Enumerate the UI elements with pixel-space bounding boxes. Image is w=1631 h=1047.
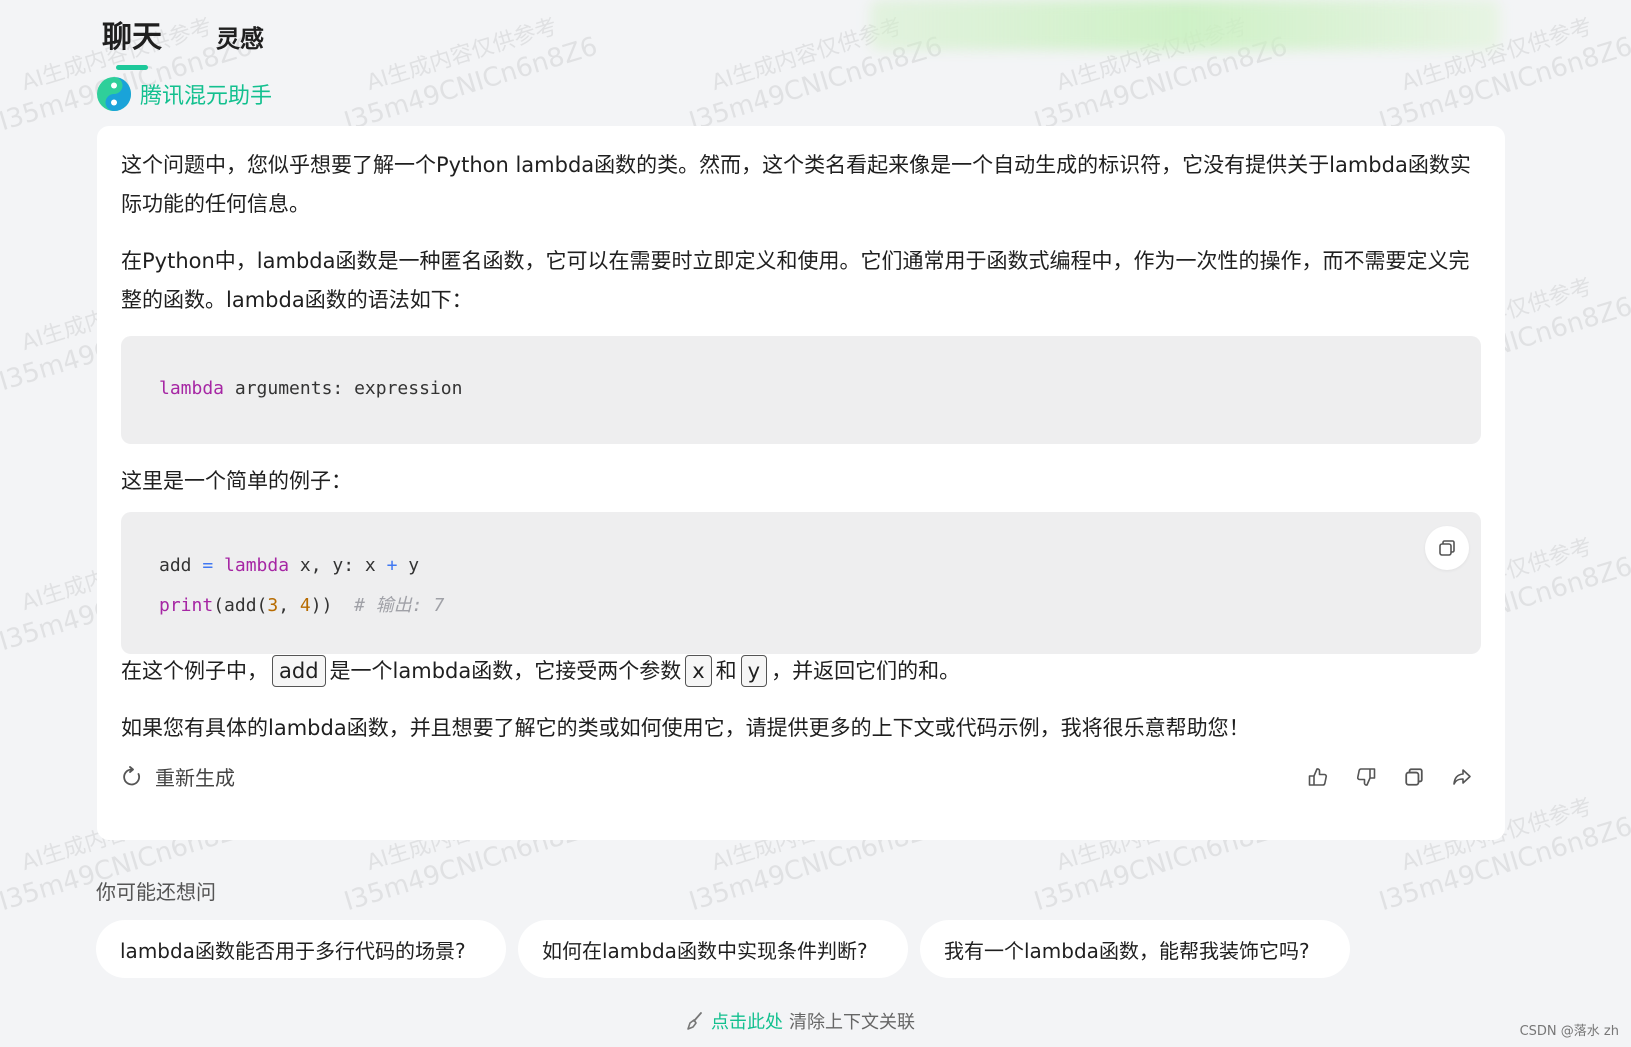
dislike-button[interactable] bbox=[1351, 762, 1381, 792]
answer-paragraph: 在这个例子中， add 是一个lambda函数，它接受两个参数 x 和 y ，并返回它们的和… bbox=[121, 652, 1473, 691]
assistant-header: 腾讯混元助手 bbox=[96, 76, 272, 112]
inline-code-y: y bbox=[740, 655, 768, 687]
copy-code-button[interactable] bbox=[1425, 526, 1469, 570]
answer-card: 这个问题中，您似乎想要了解一个Python lambda函数的类。然而，这个类名… bbox=[97, 126, 1505, 840]
regenerate-label: 重新生成 bbox=[155, 766, 235, 790]
suggestion-chip[interactable]: lambda函数能否用于多行代码的场景? bbox=[96, 920, 506, 978]
clear-context-text: 清除上下文关联 bbox=[789, 1012, 915, 1033]
share-button[interactable] bbox=[1447, 762, 1477, 792]
answer-paragraph: 这个问题中，您似乎想要了解一个Python lambda函数的类。然而，这个类名… bbox=[121, 153, 1471, 216]
regenerate-button[interactable]: 重新生成 bbox=[121, 762, 235, 791]
clear-context: 点击此处 清除上下文关联 bbox=[685, 1008, 915, 1034]
suggestion-chip[interactable]: 我有一个lambda函数，能帮我装饰它吗? bbox=[920, 920, 1350, 978]
answer-actions bbox=[1303, 762, 1477, 792]
inline-code-add: add bbox=[272, 655, 326, 687]
hunyuan-logo-icon bbox=[97, 77, 131, 111]
like-button[interactable] bbox=[1303, 762, 1333, 792]
suggestions-title: 你可能还想问 bbox=[96, 880, 216, 904]
suggestion-chip[interactable]: 如何在lambda函数中实现条件判断? bbox=[518, 920, 908, 978]
answer-paragraph: 这里是一个简单的例子： bbox=[121, 469, 352, 493]
code-block-syntax: lambda arguments: expression bbox=[121, 336, 1481, 444]
code-line: print(add(3, 4)) # 输出: 7 bbox=[159, 595, 445, 616]
code-line: lambda arguments: expression bbox=[159, 378, 463, 399]
thumbs-down-icon bbox=[1356, 768, 1376, 786]
top-tabs: 聊天 灵感 bbox=[102, 12, 264, 70]
assistant-name: 腾讯混元助手 bbox=[140, 84, 273, 109]
copy-answer-button[interactable] bbox=[1399, 762, 1429, 792]
answer-paragraph: 如果您有具体的lambda函数，并且想要了解它的类或如何使用它，请提供更多的上下… bbox=[121, 716, 1250, 740]
inline-code-x: x bbox=[685, 655, 712, 687]
refresh-icon bbox=[123, 765, 140, 785]
answer-paragraph: 在Python中，lambda函数是一种匿名函数，它可以在需要时立即定义和使用。… bbox=[121, 249, 1470, 312]
credit-watermark: CSDN @落水 zh bbox=[1519, 1024, 1619, 1039]
top-banner-glow bbox=[870, 0, 1500, 50]
code-block-example: add = lambda x, y: x + y print(add(3, 4)… bbox=[121, 512, 1481, 654]
code-line: add = lambda x, y: x + y bbox=[159, 555, 420, 576]
copy-icon bbox=[1405, 768, 1423, 786]
broom-icon bbox=[687, 1012, 702, 1030]
share-icon bbox=[1453, 769, 1471, 785]
tab-chat[interactable]: 聊天 bbox=[102, 12, 162, 70]
tab-inspiration[interactable]: 灵感 bbox=[216, 19, 264, 56]
clear-context-link[interactable]: 点击此处 bbox=[711, 1008, 783, 1034]
copy-icon bbox=[1439, 540, 1455, 556]
suggestion-list: lambda函数能否用于多行代码的场景? 如何在lambda函数中实现条件判断?… bbox=[96, 920, 1350, 978]
watermark: AI生成内容仅供参考I35m49CNICn6n8Z6 bbox=[340, 14, 602, 138]
thumbs-up-icon bbox=[1308, 768, 1328, 786]
